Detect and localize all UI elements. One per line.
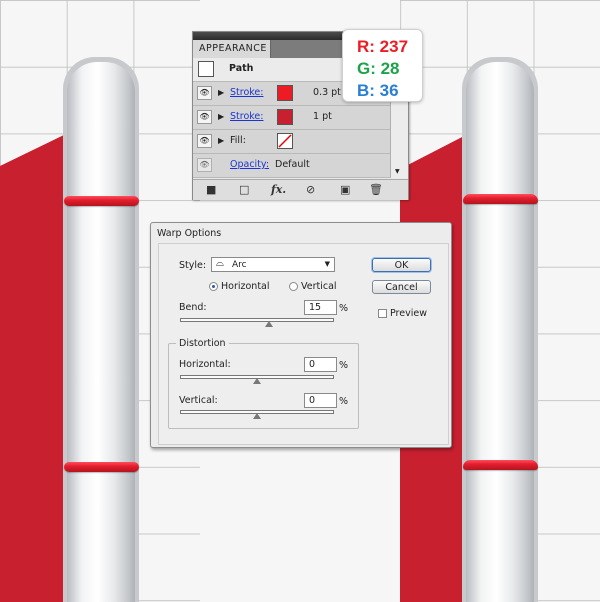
distortion-group — [168, 343, 359, 429]
horizontal-distortion-input[interactable]: 0 — [304, 357, 337, 372]
vertical-distortion-label: Vertical: — [179, 395, 218, 406]
duplicate-icon[interactable]: ▣ — [340, 183, 350, 196]
preview-label: Preview — [390, 308, 427, 319]
horizontal-percent: % — [339, 360, 349, 371]
eye-icon[interactable]: 👁 — [197, 158, 212, 172]
expand-triangle-icon[interactable]: ▶ — [218, 112, 224, 121]
arc-style-icon: ⌓ — [216, 258, 224, 269]
fx-icon[interactable]: fx. — [271, 183, 286, 196]
horizontal-radio-label: Horizontal — [221, 281, 270, 292]
bend-input[interactable]: 15 — [304, 300, 337, 315]
chevron-down-icon[interactable]: ▼ — [325, 260, 330, 268]
panel-footer: ■ □ fx. ⊘ ▣ 🗑 — [193, 179, 408, 200]
eye-icon[interactable]: 👁 — [197, 110, 212, 124]
clear-icon[interactable]: ⊘ — [306, 183, 315, 196]
opacity-link[interactable]: Opacity: — [230, 159, 269, 170]
stroke-weight: 0.3 pt — [313, 87, 341, 98]
stroke-link[interactable]: Stroke: — [230, 111, 263, 122]
opacity-value: Default — [275, 159, 310, 170]
none-slash-icon — [278, 134, 292, 148]
horizontal-radio[interactable] — [209, 282, 218, 291]
eye-icon[interactable]: 👁 — [197, 86, 212, 100]
expand-triangle-icon[interactable]: ▶ — [218, 88, 224, 97]
bend-slider[interactable] — [180, 318, 334, 322]
appearance-row-fill[interactable]: 👁 ▶ Fill: — [193, 130, 390, 154]
vertical-percent: % — [339, 396, 349, 407]
rgb-blue-value: B: 36 — [357, 81, 399, 100]
path-label: Path — [229, 63, 254, 74]
vertical-slider-thumb[interactable] — [253, 413, 261, 419]
stroke-swatch[interactable] — [277, 85, 293, 101]
new-stroke-icon[interactable]: ■ — [206, 183, 216, 196]
style-value: Arc — [232, 260, 247, 270]
appearance-row-opacity[interactable]: 👁 Opacity: Default — [193, 154, 390, 178]
style-label: Style: — [179, 260, 207, 271]
eye-icon[interactable]: 👁 — [197, 134, 212, 148]
expand-triangle-icon[interactable]: ▶ — [218, 136, 224, 145]
vertical-distortion-input[interactable]: 0 — [304, 393, 337, 408]
horizontal-distortion-label: Horizontal: — [179, 359, 231, 370]
distortion-label: Distortion — [176, 338, 229, 349]
bend-slider-thumb[interactable] — [265, 321, 273, 327]
scroll-down-icon[interactable]: ▼ — [395, 168, 400, 175]
tab-appearance[interactable]: APPEARANCE — [193, 40, 271, 58]
right-band-bottom — [463, 460, 538, 470]
bend-percent: % — [339, 303, 349, 314]
bend-label: Bend: — [179, 302, 207, 313]
style-dropdown[interactable]: ⌓ Arc ▼ — [211, 257, 335, 272]
left-red-panel — [0, 133, 68, 602]
ok-button[interactable]: OK — [372, 258, 431, 272]
new-fill-icon[interactable]: □ — [239, 183, 249, 196]
right-band-top — [463, 194, 538, 204]
left-pillar — [67, 62, 135, 602]
stroke-swatch[interactable] — [277, 109, 293, 125]
stroke-weight: 1 pt — [313, 111, 332, 122]
cancel-button[interactable]: Cancel — [372, 280, 431, 294]
horizontal-slider-thumb[interactable] — [253, 378, 261, 384]
left-band-bottom — [64, 462, 139, 472]
vertical-radio-label: Vertical — [301, 281, 337, 292]
fill-none-swatch[interactable] — [277, 133, 293, 149]
preview-checkbox[interactable] — [378, 309, 387, 318]
right-pillar — [466, 62, 534, 602]
rgb-tooltip: R: 237 G: 28 B: 36 — [342, 29, 423, 102]
path-thumbnail — [198, 61, 214, 77]
fill-label: Fill: — [230, 135, 246, 146]
rgb-green-value: G: 28 — [357, 59, 400, 78]
appearance-row-stroke-2[interactable]: 👁 ▶ Stroke: 1 pt — [193, 106, 390, 130]
left-band-top — [64, 196, 139, 206]
vertical-radio[interactable] — [289, 282, 298, 291]
rgb-red-value: R: 237 — [357, 37, 409, 56]
delete-icon[interactable]: 🗑 — [369, 183, 383, 196]
stroke-link[interactable]: Stroke: — [230, 87, 263, 98]
dialog-title: Warp Options — [157, 228, 222, 239]
